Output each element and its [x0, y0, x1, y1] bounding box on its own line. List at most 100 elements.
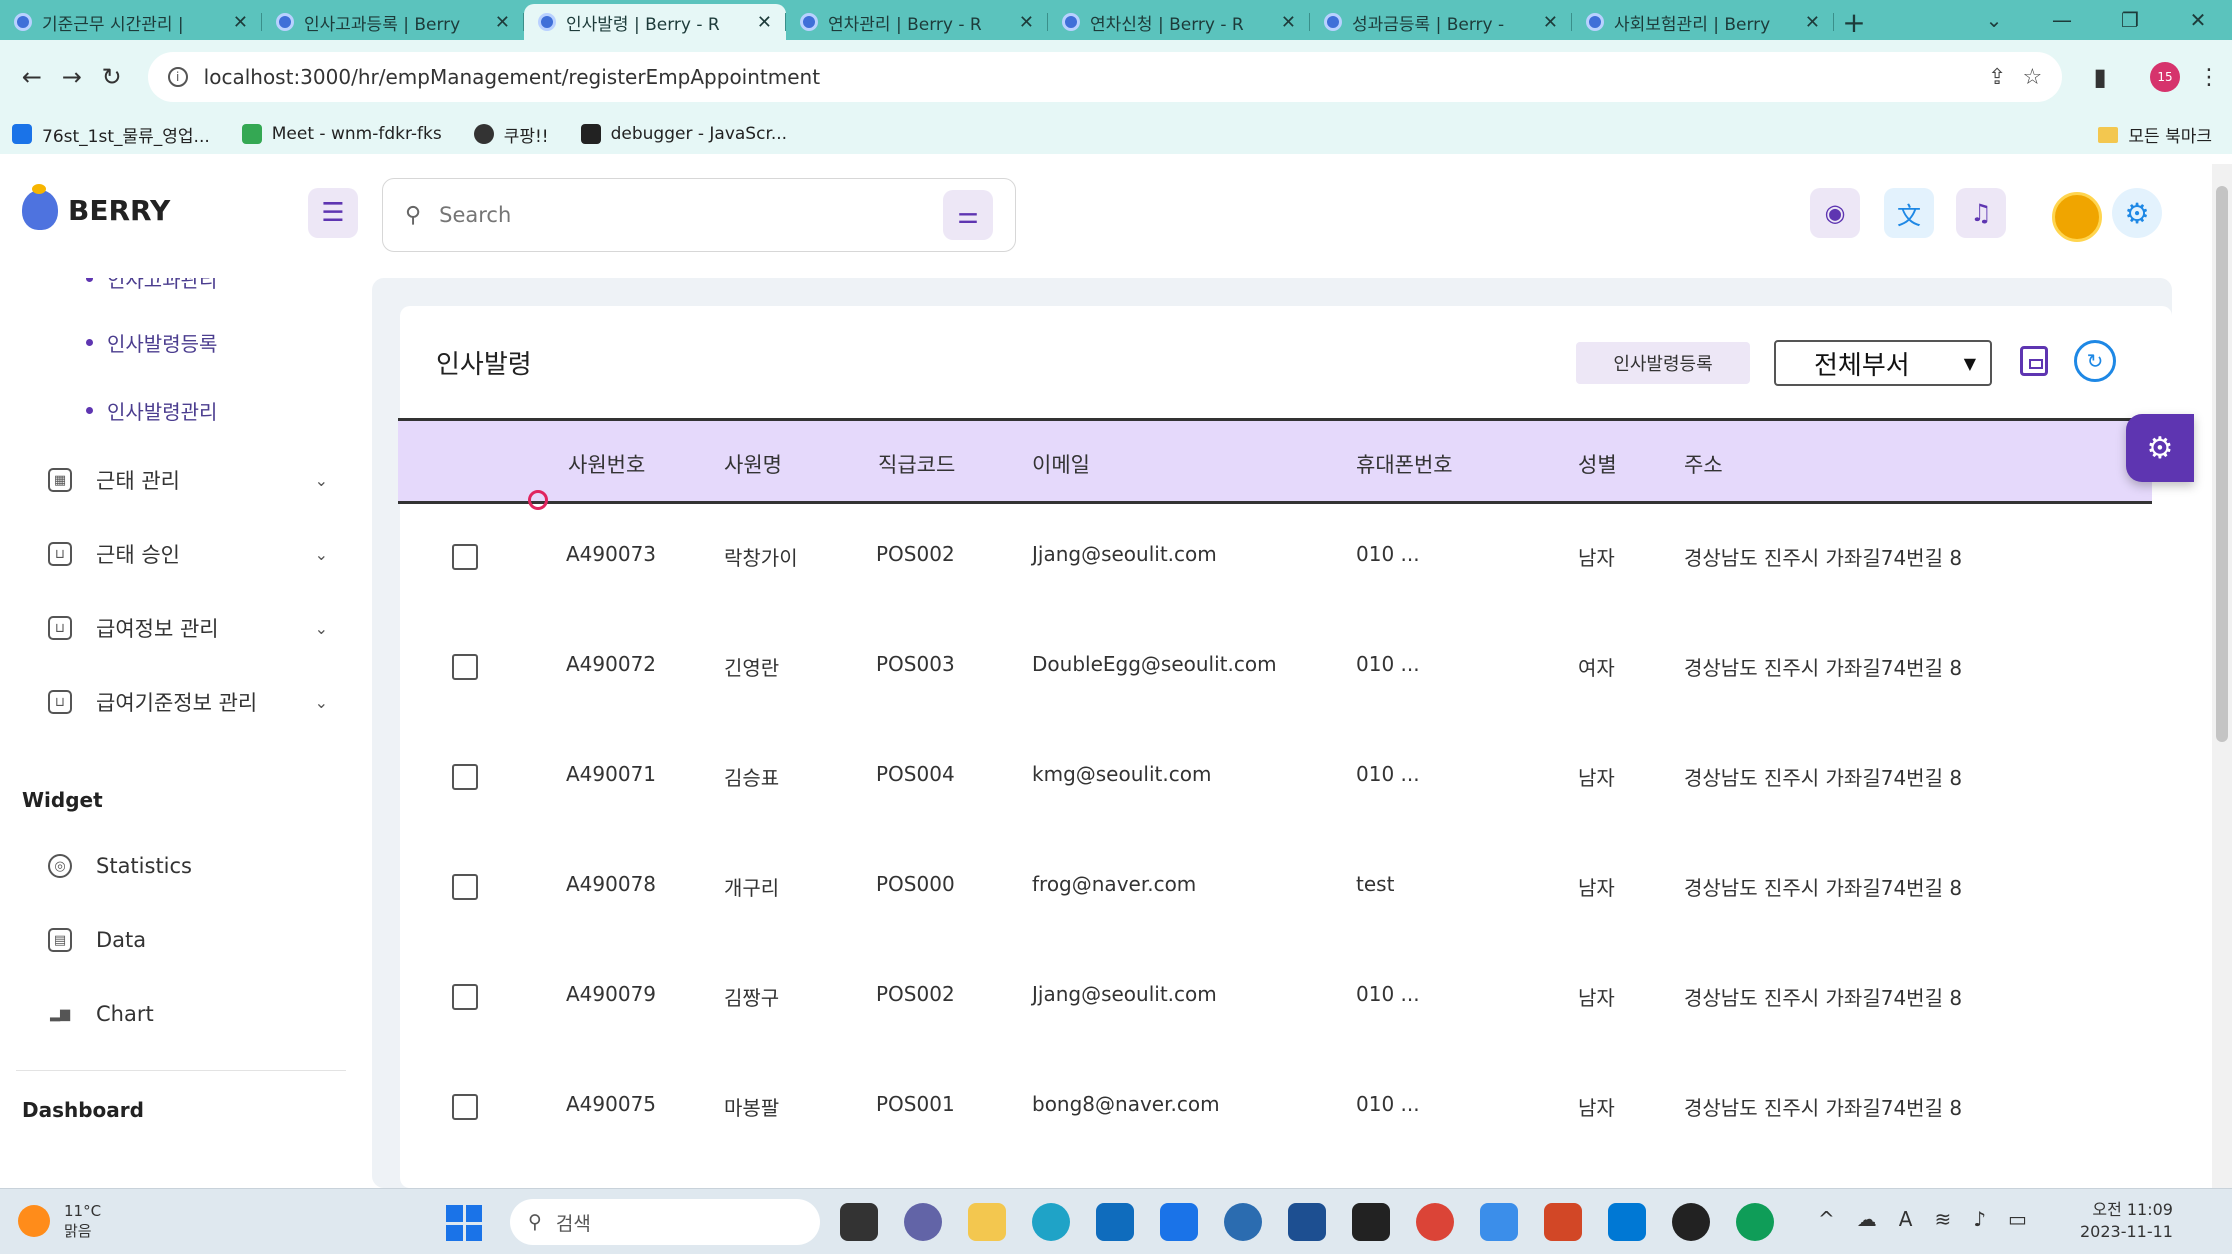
close-tab-icon[interactable]: ✕ [757, 12, 772, 33]
table-row[interactable]: A490073 락창가이 POS002 Jjang@seoulit.com 01… [398, 504, 2152, 614]
browser-tab-active[interactable]: 인사발령 | Berry - R ✕ [524, 4, 786, 40]
search-input[interactable] [439, 203, 925, 227]
row-checkbox[interactable] [452, 874, 478, 900]
save-icon[interactable] [2020, 346, 2048, 376]
vscode-icon[interactable] [1608, 1203, 1646, 1241]
table-row[interactable]: A490075 마봉팔 POS001 bong8@naver.com 010 .… [398, 1054, 2152, 1164]
media-player-icon[interactable] [1672, 1203, 1710, 1241]
row-checkbox[interactable] [452, 984, 478, 1010]
close-tab-icon[interactable]: ✕ [1281, 12, 1296, 33]
row-checkbox[interactable] [452, 764, 478, 790]
table-row[interactable]: A490071 김승표 POS004 kmg@seoulit.com 010 .… [398, 724, 2152, 834]
sidebar-subitem-partial[interactable]: 인사고과관리 [86, 278, 217, 293]
battery-icon[interactable]: ▭ [2008, 1207, 2027, 1231]
monitor-icon[interactable] [1096, 1203, 1134, 1241]
jetbrains-icon[interactable] [1352, 1203, 1390, 1241]
taskbar-search[interactable]: ⚲ 검색 [510, 1199, 820, 1245]
row-checkbox[interactable] [452, 1094, 478, 1120]
bookmark-item[interactable]: debugger - JavaScr... [580, 124, 787, 144]
restore-icon[interactable]: ❐ [2096, 8, 2164, 32]
all-bookmarks[interactable]: 모든 북마크 [2098, 122, 2212, 147]
browser-tab[interactable]: 성과금등록 | Berry - ✕ [1310, 4, 1572, 40]
table-row[interactable]: A490078 개구리 POS000 frog@naver.com test 남… [398, 834, 2152, 944]
page-scrollbar[interactable] [2212, 164, 2232, 1188]
sidebar-subitem-register-appointment[interactable]: 인사발령등록 [86, 328, 217, 357]
row-checkbox[interactable] [452, 654, 478, 680]
table-row[interactable]: A490079 김짱구 POS002 Jjang@seoulit.com 010… [398, 944, 2152, 1054]
column-header[interactable]: 사원번호 [568, 449, 645, 479]
chrome-icon[interactable] [1416, 1203, 1454, 1241]
powerpoint-icon[interactable] [1544, 1203, 1582, 1241]
forward-icon[interactable]: → [52, 63, 92, 91]
broadcast-icon[interactable]: ◉ [1810, 188, 1860, 238]
more-menu-icon[interactable]: ⋮ [2198, 65, 2220, 90]
column-header[interactable]: 휴대폰번호 [1356, 449, 1453, 479]
translate-icon[interactable]: 文 [1884, 188, 1934, 238]
table-row[interactable]: A490072 긴영란 POS003 DoubleEgg@seoulit.com… [398, 614, 2152, 724]
bookmark-item[interactable]: Meet - wnm-fdkr-fks [241, 124, 442, 144]
column-header[interactable]: 주소 [1684, 449, 1723, 479]
scrollbar-thumb[interactable] [2216, 186, 2228, 742]
sidebar-item-statistics[interactable]: ◎ Statistics [48, 844, 328, 888]
folder-icon[interactable] [968, 1203, 1006, 1241]
berry-logo[interactable]: BERRY [22, 184, 170, 230]
close-tab-icon[interactable]: ✕ [495, 12, 510, 33]
taskbar-clock[interactable]: 오전 11:09 2023-11-11 [2080, 1199, 2173, 1243]
column-header[interactable]: 이메일 [1032, 449, 1090, 479]
browser-tab[interactable]: 연차신청 | Berry - R ✕ [1048, 4, 1310, 40]
reload-icon[interactable]: ↻ [92, 63, 132, 91]
file-explorer-icon[interactable] [840, 1203, 878, 1241]
column-header[interactable]: 사원명 [724, 449, 782, 479]
sidebar-item-attendance-approval[interactable]: ⊔ 근태 승인 ⌄ [48, 532, 328, 576]
notification-bell-icon[interactable]: ♫ [1956, 188, 2006, 238]
arrow-app-icon[interactable] [1224, 1203, 1262, 1241]
share-icon[interactable]: ⇪ [1988, 65, 2006, 90]
close-tab-icon[interactable]: ✕ [1805, 12, 1820, 33]
filter-settings-icon[interactable]: ⚌ [943, 190, 993, 240]
minimize-icon[interactable]: — [2028, 8, 2096, 32]
profile-avatar[interactable]: 15 [2150, 62, 2181, 92]
site-info-icon[interactable]: i [167, 67, 188, 87]
register-appointment-button[interactable]: 인사발령등록 [1576, 342, 1750, 384]
chevron-up-icon[interactable]: ^ [1818, 1207, 1835, 1231]
sidebar-item-data[interactable]: ▤ Data [48, 918, 328, 962]
refresh-icon[interactable]: ↻ [2074, 340, 2116, 382]
close-tab-icon[interactable]: ✕ [1019, 12, 1034, 33]
new-tab-icon[interactable]: + [1834, 4, 1874, 40]
sidebar-item-salary-standard[interactable]: ⊔ 급여기준정보 관리 ⌄ [48, 680, 328, 724]
bookmark-item[interactable]: 76st_1st_물류_영업... [12, 122, 210, 147]
chat-icon[interactable] [904, 1203, 942, 1241]
edge-icon[interactable] [1032, 1203, 1070, 1241]
row-checkbox[interactable] [452, 544, 478, 570]
bookmark-star-icon[interactable]: ☆ [2022, 65, 2042, 90]
ime-icon[interactable]: A [1899, 1207, 1913, 1231]
store-icon[interactable] [1160, 1203, 1198, 1241]
close-window-icon[interactable]: ✕ [2164, 8, 2232, 32]
back-icon[interactable]: ← [12, 63, 52, 91]
windows-start-icon[interactable] [446, 1205, 482, 1241]
url-text[interactable]: localhost:3000/hr/empManagement/register… [204, 65, 1972, 89]
sidebar-subitem-manage-appointment[interactable]: 인사발령관리 [86, 396, 217, 425]
sidebar-item-chart[interactable]: ▂▆ Chart [48, 992, 328, 1036]
sidebar-item-attendance[interactable]: ▦ 근태 관리 ⌄ [48, 458, 328, 502]
weather-widget[interactable]: 11°C 맑음 [18, 1201, 101, 1241]
settings-gear-icon[interactable]: ⚙ [2112, 188, 2162, 238]
bookmark-item[interactable]: 쿠팡!! [473, 122, 549, 147]
url-bar[interactable]: i localhost:3000/hr/empManagement/regist… [147, 52, 2063, 102]
browser-tab[interactable]: 인사고과등록 | Berry ✕ [262, 4, 524, 40]
user-avatar[interactable] [2052, 192, 2102, 242]
department-select[interactable]: 전체부서 ▼ [1774, 340, 1992, 386]
sidebar-item-salary-info[interactable]: ⊔ 급여정보 관리 ⌄ [48, 606, 328, 650]
browser-tab[interactable]: 기준근무 시간관리 | ✕ [0, 4, 262, 40]
side-panel-icon[interactable]: ▮ [2080, 63, 2120, 91]
close-tab-icon[interactable]: ✕ [1543, 12, 1558, 33]
app-icon[interactable] [1480, 1203, 1518, 1241]
wifi-icon[interactable]: ≋ [1934, 1207, 1951, 1231]
volume-icon[interactable]: ♪ [1973, 1207, 1986, 1231]
column-header[interactable]: 성별 [1578, 449, 1617, 479]
network-icon[interactable]: ☁ [1857, 1207, 1877, 1231]
column-header[interactable]: 직급코드 [878, 449, 955, 479]
close-tab-icon[interactable]: ✕ [233, 12, 248, 33]
tab-search-icon[interactable]: ⌄ [1960, 8, 2028, 32]
browser-tab[interactable]: 사회보험관리 | Berry ✕ [1572, 4, 1834, 40]
